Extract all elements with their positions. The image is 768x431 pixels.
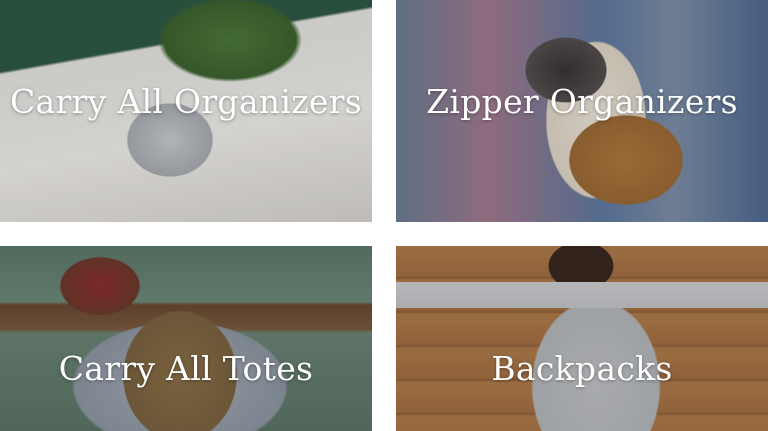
category-tile-carry-all-totes[interactable]: Carry All Totes xyxy=(0,246,372,431)
category-label: Carry All Totes xyxy=(58,349,314,388)
category-label: Carry All Organizers xyxy=(9,82,363,121)
category-tile-zipper-organizers[interactable]: Zipper Organizers xyxy=(396,0,768,222)
category-label: Zipper Organizers xyxy=(426,82,738,121)
category-tile-carry-all-organizers[interactable]: Carry All Organizers xyxy=(0,0,372,222)
category-tile-backpacks[interactable]: Backpacks xyxy=(396,246,768,431)
category-label: Backpacks xyxy=(491,349,673,388)
